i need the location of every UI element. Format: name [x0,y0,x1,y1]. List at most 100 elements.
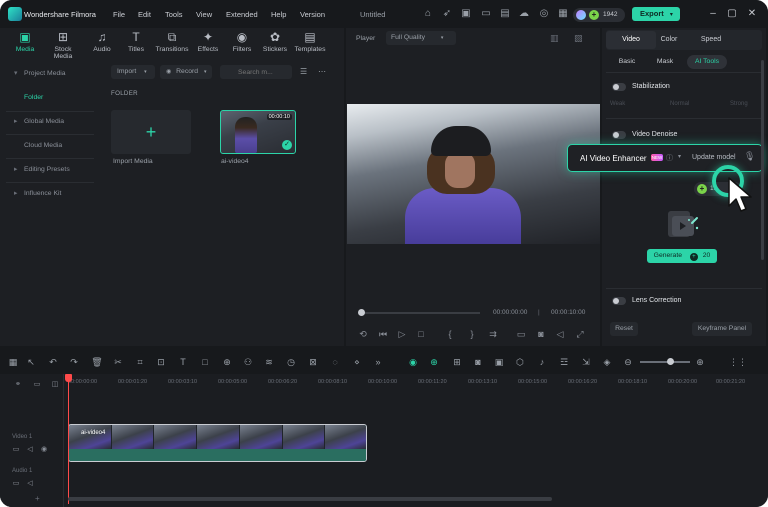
menu-tools[interactable]: Tools [165,10,183,19]
previous-frame-icon[interactable]: ⟲ [357,328,369,340]
tab-templates[interactable]: ▤ Templates [292,30,328,53]
tab-stock-media[interactable]: ⊞ Stock Media [45,30,81,60]
zoom-out-icon[interactable]: ⊖ [622,356,634,368]
snapshot-icon[interactable]: ▨ [574,33,583,44]
chevron-down-icon[interactable]: ▾ [678,153,681,160]
menu-view[interactable]: View [196,10,212,19]
speaker-icon[interactable]: ◁ [25,445,35,455]
properties-scrollbar[interactable] [761,60,764,260]
sidebar-item-folder[interactable]: Folder [6,87,94,109]
tab-speed[interactable]: Speed [686,31,736,49]
folder-icon[interactable]: ▭ [11,445,21,455]
quality-dropdown[interactable]: Full Quality ▾ [386,31,456,45]
render-icon[interactable]: ⇉ [487,328,499,340]
magnet-icon[interactable]: ⊕ [428,356,440,368]
mark-out-icon[interactable]: } [466,328,478,340]
minimize-icon[interactable]: – [706,7,720,21]
filter-icon[interactable]: ☰ [300,67,307,76]
monitor-icon[interactable]: ▭ [480,8,492,20]
camera-icon[interactable]: ◙ [535,328,547,340]
record-dropdown[interactable]: ◉ Record ▾ [160,65,212,79]
ai-icon[interactable]: ◈ [601,356,613,368]
save-icon[interactable]: ▤ [499,8,511,20]
subtab-basic[interactable]: Basic [612,55,642,69]
tab-stickers[interactable]: ✿ Stickers [257,30,293,53]
menu-help[interactable]: Help [271,10,286,19]
subtab-mask[interactable]: Mask [650,55,680,69]
step-back-icon[interactable]: ⏮ [377,328,389,340]
folder-icon[interactable]: ▭ [11,479,21,489]
tab-media[interactable]: ▣ Media [7,30,43,53]
playback-scrubber[interactable] [358,309,365,316]
menu-file[interactable]: File [113,10,125,19]
close-icon[interactable]: ✕ [745,7,759,21]
video-thumbnail-tile[interactable]: 00:00:10 ✓ [220,110,296,154]
maximize-icon[interactable]: ▢ [725,7,739,21]
fullscreen-icon[interactable]: ⤢ [574,328,586,340]
sidebar-item-global-media[interactable]: ▸ Global Media [6,111,94,133]
send-icon[interactable]: ➶ [441,8,453,20]
zoom-icon[interactable]: ⊕ [221,356,233,368]
subtab-ai-tools[interactable]: AI Tools [687,55,727,69]
timeline-clip[interactable]: ai-video4 [68,424,367,462]
grid-view-icon[interactable]: ⋮⋮ [729,356,747,368]
sidebar-item-project-media[interactable]: ▾ Project Media [6,63,94,85]
redo-icon[interactable]: ↷ [68,356,80,368]
speed-icon[interactable]: ◷ [285,356,297,368]
split-icon[interactable]: ✂ [112,356,124,368]
tab-audio[interactable]: ♫ Audio [84,30,120,53]
delete-icon[interactable]: 🗑 [91,356,103,368]
playhead[interactable] [68,376,69,504]
eye-icon[interactable]: ◉ [39,445,49,455]
marker-icon[interactable]: ⊞ [451,356,463,368]
mark-in-icon[interactable]: { [444,328,456,340]
video-preview[interactable] [347,104,600,244]
zoom-slider-track[interactable] [640,361,690,363]
update-model-link[interactable]: Update model [692,154,736,161]
add-track-icon[interactable]: ▭ [32,380,42,390]
shield-icon[interactable]: ⬡ [514,356,526,368]
play-icon[interactable]: ▷ [396,328,408,340]
playhead-handle[interactable] [65,374,72,382]
snap-icon[interactable]: ◉ [407,356,419,368]
transform-icon[interactable]: ⊡ [155,356,167,368]
search-input[interactable] [220,65,292,79]
stabilize-icon[interactable]: ⊠ [307,356,319,368]
export-button[interactable]: Export ▾ [632,7,680,21]
sidebar-item-influence-kit[interactable]: ▸ Influence Kit [6,183,94,205]
scene-detect-icon[interactable]: ▣ [493,356,505,368]
layout-icon[interactable]: ▦ [7,356,19,368]
tts-icon[interactable]: ☲ [558,356,570,368]
speaker-icon[interactable]: ◁ [25,479,35,489]
more-icon[interactable]: ⋯ [318,67,326,76]
compare-icon[interactable]: ▥ [550,33,559,44]
grid-icon[interactable]: ▦ [557,8,569,20]
import-dropdown[interactable]: Import ▾ [111,65,155,79]
video-denoise-toggle[interactable] [612,131,626,139]
crop-icon[interactable]: ⌗ [134,356,146,368]
zoom-slider-knob[interactable] [667,358,674,365]
headset-icon[interactable]: ◎ [538,8,550,20]
export-frame-icon[interactable]: ⇲ [580,356,592,368]
keyframe-panel-button[interactable]: Keyframe Panel [692,322,752,336]
shape-icon[interactable]: □ [199,356,211,368]
generate-button[interactable]: Generate + 20 [647,249,717,263]
tab-filters[interactable]: ◉ Filters [224,30,260,53]
stabilization-toggle[interactable] [612,83,626,91]
menu-edit[interactable]: Edit [138,10,151,19]
record-voice-icon[interactable]: ◙ [472,356,484,368]
more-tools-icon[interactable]: » [372,356,384,368]
sidebar-item-editing-presets[interactable]: ▸ Editing Presets [6,159,94,181]
volume-icon[interactable]: ◁ [554,328,566,340]
audio-track-icon[interactable]: ◫ [50,380,60,390]
add-icon[interactable]: + [35,494,40,503]
mic-icon[interactable]: ♪ [536,356,548,368]
image-icon[interactable]: ▣ [460,8,472,20]
tab-transitions[interactable]: ⧉ Transitions [154,30,190,53]
mask-icon[interactable]: ◌ [329,356,341,368]
tab-effects[interactable]: ✦ Effects [190,30,226,53]
audio-adjust-icon[interactable]: ≋ [263,356,275,368]
stop-icon[interactable]: □ [415,328,427,340]
timeline-scrollbar[interactable] [68,497,552,501]
microphone-icon[interactable]: 🎙 [744,151,755,162]
